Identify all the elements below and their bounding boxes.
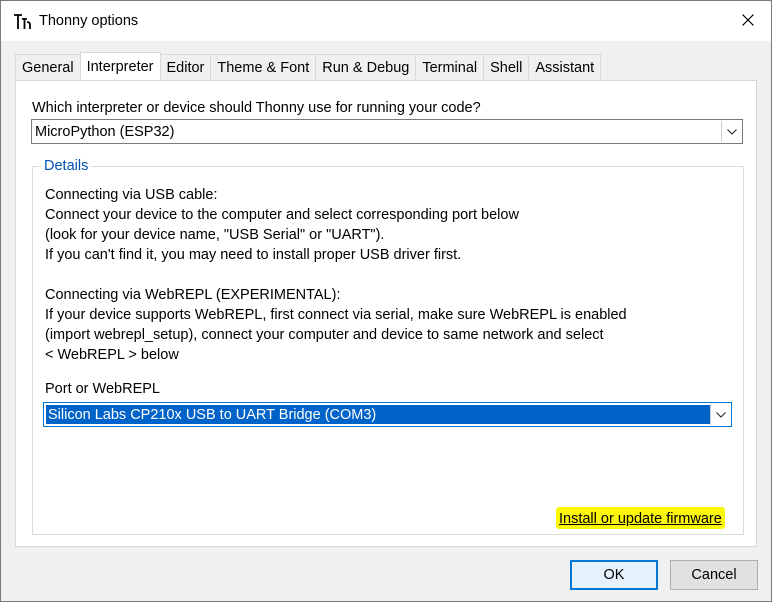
details-group: Details Connecting via USB cable: Connec… — [32, 158, 744, 535]
ok-button[interactable]: OK — [570, 560, 658, 590]
interpreter-question: Which interpreter or device should Thonn… — [32, 100, 481, 116]
close-button[interactable] — [725, 1, 771, 41]
thonny-logo-icon — [13, 13, 31, 31]
port-select-value: Silicon Labs CP210x USB to UART Bridge (… — [46, 405, 710, 424]
install-firmware-link[interactable]: Install or update firmware — [556, 507, 725, 529]
webrepl-line-2: (import webrepl_setup), connect your com… — [45, 327, 604, 343]
tab-shell[interactable]: Shell — [483, 54, 530, 80]
options-dialog: Thonny options General Interpreter Edito… — [0, 0, 772, 602]
usb-line-1: Connect your device to the computer and … — [45, 207, 519, 223]
tab-editor[interactable]: Editor — [159, 54, 212, 80]
cancel-button[interactable]: Cancel — [670, 560, 758, 590]
usb-line-2: (look for your device name, "USB Serial"… — [45, 227, 385, 243]
webrepl-heading: Connecting via WebREPL (EXPERIMENTAL): — [45, 287, 341, 303]
port-label: Port or WebREPL — [45, 381, 160, 397]
tab-bar: General Interpreter Editor Theme & Font … — [15, 52, 602, 80]
webrepl-line-1: If your device supports WebREPL, first c… — [45, 307, 627, 323]
interpreter-panel: Which interpreter or device should Thonn… — [15, 80, 757, 547]
title-bar[interactable]: Thonny options — [1, 1, 771, 41]
window-title: Thonny options — [39, 13, 139, 29]
tab-terminal[interactable]: Terminal — [415, 54, 485, 80]
tab-theme-font[interactable]: Theme & Font — [210, 54, 317, 80]
details-legend: Details — [41, 158, 92, 174]
tab-interpreter[interactable]: Interpreter — [79, 52, 161, 80]
interpreter-select-value: MicroPython (ESP32) — [35, 123, 175, 140]
interpreter-select[interactable]: MicroPython (ESP32) — [31, 119, 743, 144]
webrepl-line-3: < WebREPL > below — [45, 347, 179, 363]
close-icon — [742, 13, 754, 29]
usb-line-3: If you can't find it, you may need to in… — [45, 247, 462, 263]
chevron-down-icon[interactable] — [710, 404, 730, 425]
usb-heading: Connecting via USB cable: — [45, 187, 218, 203]
tab-general[interactable]: General — [15, 54, 81, 80]
tab-run-debug[interactable]: Run & Debug — [315, 54, 417, 80]
chevron-down-icon[interactable] — [721, 121, 741, 142]
port-select[interactable]: Silicon Labs CP210x USB to UART Bridge (… — [43, 402, 732, 427]
tab-assistant[interactable]: Assistant — [528, 54, 602, 80]
